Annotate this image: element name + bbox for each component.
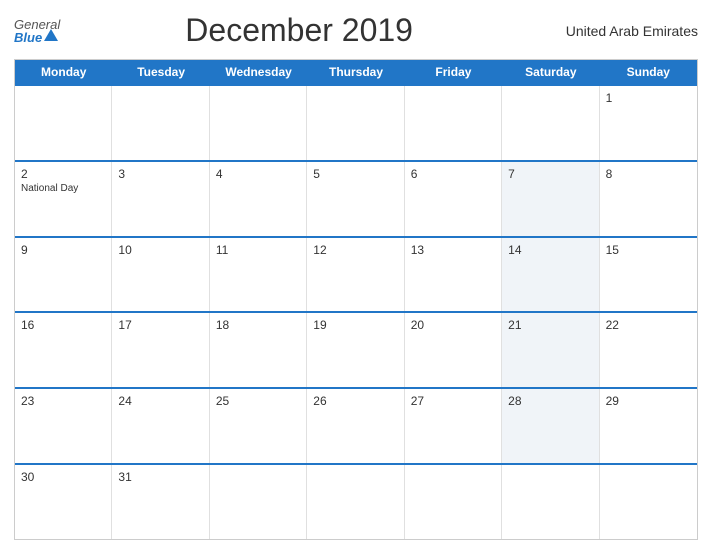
day-number: 29 <box>606 394 691 408</box>
day-number: 30 <box>21 470 105 484</box>
calendar-cell: 7 <box>502 162 599 236</box>
calendar-cell: 19 <box>307 313 404 387</box>
weekday-header: Friday <box>405 60 502 84</box>
calendar-cell: 5 <box>307 162 404 236</box>
day-number: 1 <box>606 91 691 105</box>
day-number: 3 <box>118 167 202 181</box>
calendar-cell <box>112 86 209 160</box>
calendar-cell: 11 <box>210 238 307 312</box>
logo: General Blue <box>14 18 60 44</box>
calendar-body: 12National Day34567891011121314151617181… <box>15 84 697 539</box>
day-number: 15 <box>606 243 691 257</box>
country-label: United Arab Emirates <box>538 23 698 39</box>
day-number: 28 <box>508 394 592 408</box>
calendar-cell: 3 <box>112 162 209 236</box>
calendar-cell: 12 <box>307 238 404 312</box>
calendar-cell <box>15 86 112 160</box>
calendar-cell <box>600 465 697 539</box>
day-number: 31 <box>118 470 202 484</box>
calendar-cell: 16 <box>15 313 112 387</box>
calendar-cell <box>210 86 307 160</box>
day-number: 18 <box>216 318 300 332</box>
calendar-cell: 14 <box>502 238 599 312</box>
calendar-week: 2 National Day 345678 <box>15 160 697 236</box>
day-number: 14 <box>508 243 592 257</box>
day-number: 12 <box>313 243 397 257</box>
weekday-header: Sunday <box>600 60 697 84</box>
calendar-cell: 18 <box>210 313 307 387</box>
day-number: 13 <box>411 243 495 257</box>
calendar-cell <box>210 465 307 539</box>
calendar-cell: 2 National Day <box>15 162 112 236</box>
logo-blue-text: Blue <box>14 31 42 44</box>
calendar-cell: 9 <box>15 238 112 312</box>
calendar-week: 30 31 <box>15 463 697 539</box>
calendar: MondayTuesdayWednesdayThursdayFridaySatu… <box>14 59 698 540</box>
calendar-cell: 8 <box>600 162 697 236</box>
day-event: National Day <box>21 183 105 194</box>
day-number: 24 <box>118 394 202 408</box>
logo-triangle-icon <box>44 29 58 41</box>
calendar-cell <box>307 465 404 539</box>
day-number: 5 <box>313 167 397 181</box>
calendar-cell: 23 <box>15 389 112 463</box>
calendar-cell: 29 <box>600 389 697 463</box>
calendar-cell: 22 <box>600 313 697 387</box>
calendar-cell <box>502 465 599 539</box>
weekday-header: Tuesday <box>112 60 209 84</box>
day-number: 9 <box>21 243 105 257</box>
calendar-cell: 4 <box>210 162 307 236</box>
calendar-header: MondayTuesdayWednesdayThursdayFridaySatu… <box>15 60 697 84</box>
day-number: 23 <box>21 394 105 408</box>
weekday-header: Wednesday <box>210 60 307 84</box>
day-number: 11 <box>216 243 300 257</box>
calendar-cell: 30 <box>15 465 112 539</box>
calendar-cell: 15 <box>600 238 697 312</box>
weekday-header: Thursday <box>307 60 404 84</box>
calendar-week: 16 17 18 19 20 21 22 <box>15 311 697 387</box>
day-number: 17 <box>118 318 202 332</box>
calendar-cell <box>405 86 502 160</box>
day-number: 19 <box>313 318 397 332</box>
day-number: 20 <box>411 318 495 332</box>
calendar-week: 23 24 25 26 27 28 29 <box>15 387 697 463</box>
day-number: 2 <box>21 167 105 181</box>
calendar-cell: 31 <box>112 465 209 539</box>
day-number: 10 <box>118 243 202 257</box>
calendar-cell: 26 <box>307 389 404 463</box>
calendar-cell: 10 <box>112 238 209 312</box>
calendar-cell <box>307 86 404 160</box>
day-number: 27 <box>411 394 495 408</box>
day-number: 4 <box>216 167 300 181</box>
day-number: 22 <box>606 318 691 332</box>
weekday-header: Monday <box>15 60 112 84</box>
day-number: 25 <box>216 394 300 408</box>
calendar-cell: 17 <box>112 313 209 387</box>
day-number: 26 <box>313 394 397 408</box>
day-number: 7 <box>508 167 592 181</box>
calendar-cell: 13 <box>405 238 502 312</box>
day-number: 8 <box>606 167 691 181</box>
calendar-cell <box>405 465 502 539</box>
day-number: 6 <box>411 167 495 181</box>
day-number: 16 <box>21 318 105 332</box>
page: General Blue December 2019 United Arab E… <box>0 0 712 550</box>
weekday-header: Saturday <box>502 60 599 84</box>
calendar-cell: 25 <box>210 389 307 463</box>
calendar-cell: 24 <box>112 389 209 463</box>
calendar-cell <box>502 86 599 160</box>
calendar-week: 1 <box>15 84 697 160</box>
calendar-cell: 21 <box>502 313 599 387</box>
calendar-cell: 20 <box>405 313 502 387</box>
calendar-cell: 28 <box>502 389 599 463</box>
month-title: December 2019 <box>60 12 538 49</box>
calendar-week: 9 10 11 12 13 14 15 <box>15 236 697 312</box>
day-number: 21 <box>508 318 592 332</box>
calendar-cell: 1 <box>600 86 697 160</box>
calendar-cell: 6 <box>405 162 502 236</box>
calendar-cell: 27 <box>405 389 502 463</box>
header: General Blue December 2019 United Arab E… <box>14 12 698 49</box>
